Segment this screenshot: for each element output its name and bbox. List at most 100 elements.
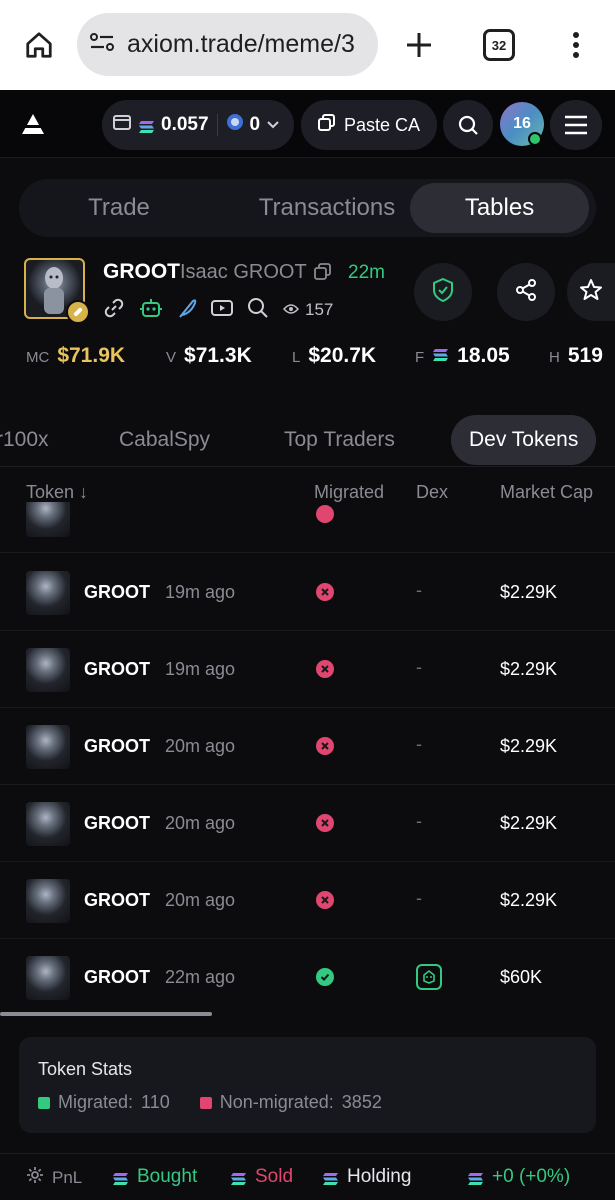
not-migrated-icon	[316, 891, 334, 909]
token-thumbnail	[26, 879, 70, 923]
search-token-icon[interactable]	[247, 297, 269, 324]
paste-ca-label: Paste CA	[343, 114, 421, 135]
table-row[interactable]: GROOT 20m ago - $2.29K	[0, 785, 615, 862]
security-shield-button[interactable]	[414, 263, 472, 321]
table-subtabs: r100x CabalSpy Top Traders Dev Tokens	[0, 405, 615, 467]
more-vert-icon[interactable]	[560, 24, 592, 66]
bought-stat: Bought	[112, 1166, 197, 1188]
address-bar[interactable]: axiom.trade/meme/3	[77, 13, 378, 76]
subtab-100x[interactable]: r100x	[0, 415, 49, 465]
table-row[interactable]: GROOT 19m ago - $2.29K	[0, 631, 615, 708]
pnl-settings-button[interactable]: PnL	[26, 1166, 82, 1189]
feather-icon[interactable]	[177, 297, 197, 324]
table-row[interactable]: GROOT 22m ago $60K	[0, 939, 615, 1014]
tab-count: 32	[491, 37, 507, 53]
not-migrated-icon	[316, 583, 334, 601]
metric-label: MC	[26, 349, 50, 366]
view-count-value: 157	[305, 300, 334, 319]
migrated-check-icon	[316, 968, 334, 986]
site-settings-icon[interactable]	[89, 31, 115, 58]
non-migrated-label: Non-migrated:	[219, 1092, 334, 1112]
metric-fees: F 18.05	[415, 344, 510, 368]
metric-label: L	[292, 349, 301, 366]
holding-label: Holding	[347, 1166, 412, 1187]
table-row[interactable]: GROOT 20m ago - $2.29K	[0, 862, 615, 939]
gear-icon	[26, 1166, 44, 1189]
row-market-cap: $2.29K	[500, 813, 558, 833]
not-migrated-icon	[316, 737, 334, 755]
token-thumbnail	[26, 648, 70, 692]
solana-icon	[138, 118, 155, 133]
sold-label: Sold	[255, 1166, 294, 1187]
row-age: 20m ago	[165, 813, 236, 833]
wallet-icon	[112, 113, 132, 137]
subtab-cabalspy[interactable]: CabalSpy	[119, 415, 210, 465]
bottom-pnl-bar: PnL Bought Sold Holding +0 (+0%)	[0, 1153, 615, 1200]
paste-ca-button[interactable]: Paste CA	[301, 100, 437, 150]
non-migrated-swatch	[199, 1096, 212, 1109]
bought-label: Bought	[137, 1166, 198, 1187]
hamburger-menu-icon[interactable]	[550, 100, 602, 150]
browser-toolbar: axiom.trade/meme/3 32	[0, 0, 615, 90]
migrated-swatch	[38, 1096, 50, 1109]
row-age: 19m ago	[165, 659, 236, 679]
copy-address-icon[interactable]	[314, 263, 332, 286]
secondary-balance: 0	[249, 114, 261, 135]
subtab-dev-tokens[interactable]: Dev Tokens	[451, 415, 597, 465]
table-row[interactable]: GROOT 20m ago - $2.29K	[0, 708, 615, 785]
metric-value: $20.7K	[308, 344, 377, 367]
metric-value: $71.9K	[57, 344, 126, 367]
tab-trade[interactable]: Trade	[19, 179, 219, 237]
metric-value: $71.3K	[184, 344, 252, 367]
row-dex: -	[416, 811, 422, 831]
row-age: 22m ago	[165, 967, 236, 987]
share-icon	[514, 278, 538, 307]
row-market-cap: $2.29K	[500, 890, 558, 910]
metric-holders: H 519	[549, 344, 603, 368]
share-button[interactable]	[497, 263, 555, 321]
favorite-button[interactable]	[567, 263, 615, 321]
solana-icon	[112, 1170, 129, 1185]
metric-label: V	[166, 349, 177, 366]
token-stats-legend: Migrated: 110 Non-migrated: 3852	[38, 1092, 382, 1113]
column-migrated: Migrated	[314, 482, 385, 502]
row-token-name: GROOT	[84, 813, 150, 833]
row-token-name: GROOT	[84, 582, 150, 602]
wallet-selector[interactable]: 0.057 0	[102, 100, 294, 150]
home-icon[interactable]	[18, 24, 60, 66]
row-age: 19m ago	[165, 582, 236, 602]
youtube-icon[interactable]	[211, 298, 233, 323]
metric-label: H	[549, 349, 560, 366]
token-thumbnail	[26, 956, 70, 1000]
new-tab-icon[interactable]	[398, 24, 440, 66]
tab-switcher-button[interactable]: 32	[483, 29, 515, 61]
pnl-label: PnL	[52, 1167, 83, 1187]
view-count: 157	[283, 300, 333, 320]
row-market-cap: $60K	[500, 967, 543, 987]
tab-tables[interactable]: Tables	[410, 183, 589, 233]
column-dex: Dex	[416, 482, 449, 502]
row-market-cap: $2.29K	[500, 659, 558, 679]
table-row[interactable]	[0, 502, 615, 553]
horizontal-scrollbar[interactable]	[0, 1012, 212, 1016]
chevron-down-icon	[266, 114, 280, 136]
solana-icon	[467, 1170, 484, 1185]
table-row[interactable]: GROOT 19m ago - $2.29K	[0, 554, 615, 631]
metric-value: 18.05	[457, 344, 510, 367]
row-age: 20m ago	[165, 736, 236, 756]
subtab-top-traders[interactable]: Top Traders	[284, 415, 395, 465]
metric-value: 519	[567, 344, 603, 367]
column-token[interactable]: Token ↓	[26, 482, 88, 503]
migrated-value: 110	[141, 1092, 170, 1112]
axiom-logo[interactable]	[20, 112, 46, 136]
search-icon[interactable]	[443, 100, 493, 150]
row-dex: -	[416, 888, 422, 908]
url-text[interactable]: axiom.trade/meme/3	[127, 30, 367, 59]
bot-icon[interactable]	[139, 297, 163, 324]
solana-icon	[230, 1170, 247, 1185]
row-token-name: GROOT	[84, 736, 150, 756]
pump-dex-icon[interactable]	[416, 964, 442, 990]
row-dex: -	[416, 580, 422, 600]
link-icon[interactable]	[103, 297, 125, 324]
bnb-coin-icon	[226, 113, 244, 137]
